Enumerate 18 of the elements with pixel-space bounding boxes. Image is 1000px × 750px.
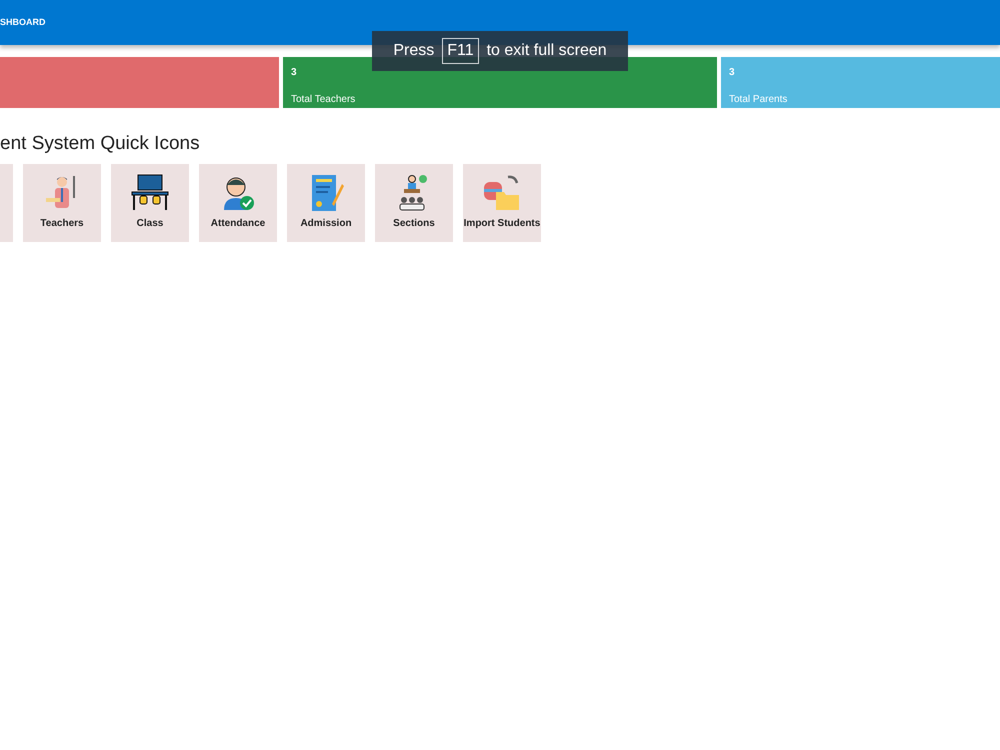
page-title: SHBOARD	[0, 16, 46, 29]
quick-icon-tile[interactable]: Attendance	[199, 164, 277, 242]
quick-icon-tile[interactable]: Admission	[287, 164, 365, 242]
database-folder-icon	[482, 174, 522, 212]
stat-count: 3	[291, 66, 298, 80]
stat-label: Total Parents	[729, 93, 788, 107]
notice-text: to exit full screen	[486, 41, 607, 61]
quick-icon-tile[interactable]: Class	[111, 164, 189, 242]
stat-label: Total Teachers	[291, 93, 356, 107]
notice-text: Press	[393, 41, 434, 61]
quick-icon-tile[interactable]: Import Students	[463, 164, 541, 242]
classroom-icon	[130, 174, 170, 212]
section-title: ent System Quick Icons	[0, 132, 201, 156]
stat-count: 3	[729, 66, 736, 80]
quick-icon-tile[interactable]	[0, 164, 13, 242]
quick-icon-tile[interactable]: Teachers	[23, 164, 101, 242]
quick-icon-tile[interactable]: Sections	[375, 164, 453, 242]
key-label: F11	[442, 38, 479, 64]
